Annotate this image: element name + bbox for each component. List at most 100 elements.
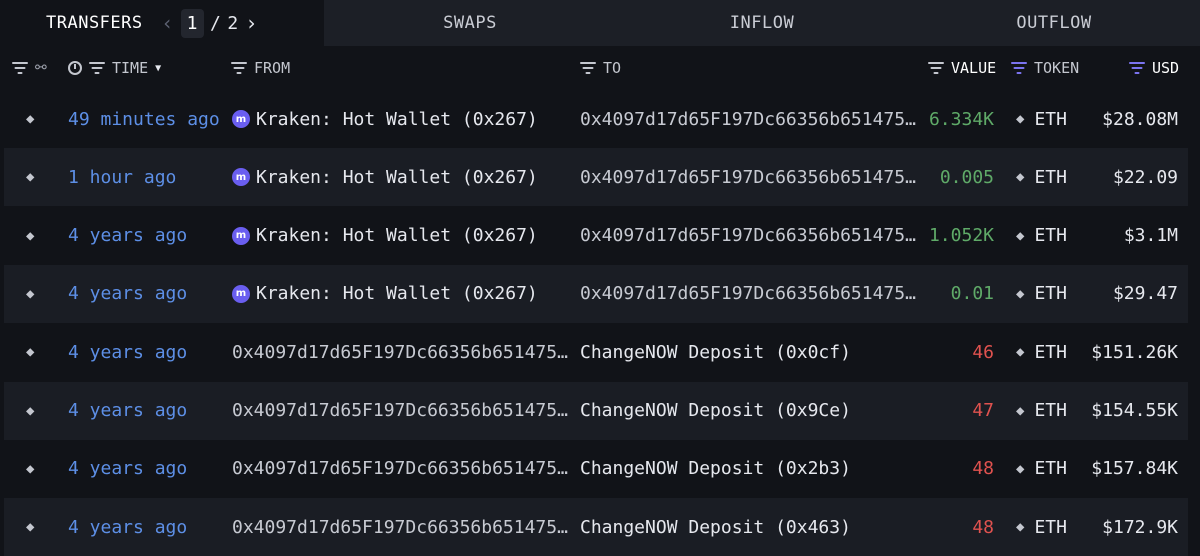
time-link[interactable]: 4 years ago [68, 342, 187, 363]
chevron-right-icon[interactable]: › [245, 11, 259, 35]
ethereum-icon: ◆ [1016, 169, 1025, 186]
ethereum-icon: ◆ [26, 344, 35, 361]
to-entity[interactable]: ChangeNOW Deposit (0x2b3) [580, 458, 851, 479]
filter-icon[interactable] [928, 62, 944, 74]
table-row[interactable]: ◆ 49 minutes ago m Kraken: Hot Wallet (0x… [4, 90, 1188, 148]
table-row[interactable]: ◆ 4 years ago 0x4097d17d65F197Dc66356b65… [4, 440, 1188, 498]
tab-transfers[interactable]: TRANSFERS ‹ 1 / 2 › [0, 0, 324, 46]
tab-inflow-label: INFLOW [729, 13, 795, 33]
filter-icon[interactable] [1129, 62, 1145, 74]
time-link[interactable]: 49 minutes ago [68, 109, 220, 130]
to-address[interactable]: 0x4097d17d65F197Dc66356b651475… [580, 225, 916, 246]
tab-outflow[interactable]: OUTFLOW [908, 0, 1200, 46]
page-current: 1 [180, 8, 204, 38]
token-symbol[interactable]: ETH [1034, 342, 1067, 363]
to-entity[interactable]: ChangeNOW Deposit (0x463) [580, 517, 851, 538]
value-cell: 6.334K [928, 108, 994, 130]
filter-icon[interactable] [580, 62, 596, 74]
time-cell: 4 years ago [68, 440, 187, 498]
from-address[interactable]: 0x4097d17d65F197Dc66356b651475… [232, 342, 568, 363]
ethereum-icon: ◆ [1016, 227, 1025, 244]
header-time[interactable]: TIME ▼ [68, 46, 161, 90]
time-link[interactable]: 4 years ago [68, 225, 187, 246]
header-to[interactable]: TO [580, 46, 621, 90]
value-cell: 0.005 [939, 166, 994, 188]
token-symbol[interactable]: ETH [1034, 225, 1067, 246]
to-entity[interactable]: ChangeNOW Deposit (0x0cf) [580, 342, 851, 363]
header-from[interactable]: FROM [231, 46, 290, 90]
time-link[interactable]: 4 years ago [68, 400, 187, 421]
sort-caret-icon[interactable]: ▼ [155, 63, 161, 74]
header-usd[interactable]: USD [1129, 46, 1179, 90]
from-address[interactable]: 0x4097d17d65F197Dc66356b651475… [232, 517, 568, 538]
ethereum-icon: ◆ [26, 460, 35, 477]
token-cell: ◆ ETH [1016, 382, 1067, 440]
value-cell: 1.052K [928, 225, 994, 247]
to-address[interactable]: 0x4097d17d65F197Dc66356b651475… [580, 283, 916, 304]
to-address[interactable]: 0x4097d17d65F197Dc66356b651475… [580, 167, 916, 188]
ethereum-icon: ◆ [1016, 402, 1025, 419]
token-symbol[interactable]: ETH [1034, 517, 1067, 538]
time-link[interactable]: 4 years ago [68, 283, 187, 304]
token-symbol[interactable]: ETH [1034, 283, 1067, 304]
header-value[interactable]: VALUE [928, 46, 996, 90]
page-separator: / [209, 12, 222, 34]
token-symbol[interactable]: ETH [1034, 400, 1067, 421]
filter-icon[interactable] [12, 62, 28, 74]
token-cell: ◆ ETH [1016, 148, 1067, 206]
filter-icon[interactable] [231, 62, 247, 74]
to-cell: 0x4097d17d65F197Dc66356b651475… [580, 265, 916, 323]
header-token[interactable]: TOKEN [1011, 46, 1079, 90]
from-entity[interactable]: Kraken: Hot Wallet (0x267) [256, 167, 538, 188]
tab-inflow[interactable]: INFLOW [616, 0, 908, 46]
header-chain: ⚯ [12, 46, 47, 90]
from-entity[interactable]: Kraken: Hot Wallet (0x267) [256, 283, 538, 304]
filter-icon[interactable] [89, 62, 105, 74]
ethereum-icon: ◆ [1016, 111, 1025, 127]
kraken-icon: m [232, 168, 250, 187]
chevron-left-icon[interactable]: ‹ [161, 11, 175, 35]
table-row[interactable]: ◆ 4 years ago m Kraken: Hot Wallet (0x267… [4, 264, 1188, 323]
chain-cell: ◆ [26, 148, 34, 206]
table-row[interactable]: ◆ 1 hour ago m Kraken: Hot Wallet (0x267)… [4, 148, 1188, 207]
table-row[interactable]: ◆ 4 years ago 0x4097d17d65F197Dc66356b65… [4, 381, 1188, 440]
token-symbol[interactable]: ETH [1034, 109, 1067, 130]
from-address[interactable]: 0x4097d17d65F197Dc66356b651475… [232, 458, 568, 479]
tab-transfers-label: TRANSFERS [46, 13, 143, 33]
chain-cell: ◆ [26, 440, 34, 498]
usd-cell: $151.26K [1091, 341, 1178, 363]
time-link[interactable]: 4 years ago [68, 517, 187, 538]
ethereum-icon: ◆ [26, 227, 35, 244]
token-symbol[interactable]: ETH [1034, 167, 1067, 188]
filter-icon[interactable] [1011, 62, 1027, 74]
from-cell: m Kraken: Hot Wallet (0x267) [232, 90, 538, 148]
to-entity[interactable]: ChangeNOW Deposit (0x9Ce) [580, 400, 851, 421]
table-row[interactable]: ◆ 4 years ago 0x4097d17d65F197Dc66356b65… [4, 498, 1188, 556]
from-cell: m Kraken: Hot Wallet (0x267) [232, 207, 538, 265]
usd-cell: $154.55K [1091, 400, 1178, 421]
usd-cell: $28.08M [1102, 108, 1178, 130]
chain-cell: ◆ [26, 207, 34, 265]
chain-cell: ◆ [26, 323, 34, 381]
table-row[interactable]: ◆ 4 years ago m Kraken: Hot Wallet (0x267… [4, 207, 1188, 265]
from-cell: 0x4097d17d65F197Dc66356b651475… [232, 498, 568, 556]
usd-cell: $172.9K [1102, 516, 1178, 538]
to-cell: ChangeNOW Deposit (0x0cf) [580, 323, 851, 381]
tab-bar: TRANSFERS ‹ 1 / 2 › SWAPS INFLOW OUTFLOW [0, 0, 1200, 46]
usd-cell: $22.09 [1112, 166, 1178, 188]
link-icon[interactable]: ⚯ [35, 60, 47, 76]
token-symbol[interactable]: ETH [1034, 458, 1067, 479]
to-address[interactable]: 0x4097d17d65F197Dc66356b651475… [580, 109, 916, 130]
time-link[interactable]: 4 years ago [68, 458, 187, 479]
table-row[interactable]: ◆ 4 years ago 0x4097d17d65F197Dc66356b65… [4, 323, 1188, 381]
table-header: ⚯ TIME ▼ FROM TO VALUE TOKEN USD [0, 46, 1200, 90]
from-entity[interactable]: Kraken: Hot Wallet (0x267) [256, 109, 538, 130]
header-token-label: TOKEN [1034, 59, 1080, 77]
tab-swaps[interactable]: SWAPS [324, 0, 616, 46]
from-address[interactable]: 0x4097d17d65F197Dc66356b651475… [232, 400, 568, 421]
value-cell: 48 [972, 458, 994, 480]
page-total: 2 [227, 12, 239, 34]
time-link[interactable]: 1 hour ago [68, 167, 176, 188]
from-entity[interactable]: Kraken: Hot Wallet (0x267) [256, 225, 538, 246]
chain-cell: ◆ [26, 382, 34, 440]
